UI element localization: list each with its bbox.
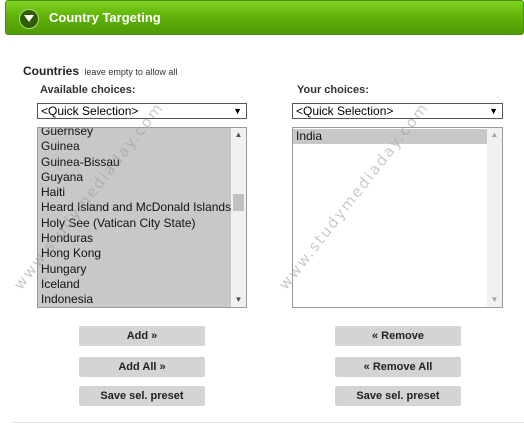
countries-title: Countries xyxy=(23,64,80,78)
list-item[interactable]: Iceland xyxy=(38,277,233,292)
scroll-down-icon[interactable]: ▼ xyxy=(487,293,502,307)
scroll-up-icon[interactable]: ▲ xyxy=(487,128,502,142)
chosen-quick-selection-value: <Quick Selection> xyxy=(296,104,394,118)
scroll-thumb[interactable] xyxy=(233,194,244,211)
dropdown-arrow-icon: ▼ xyxy=(489,106,498,116)
chosen-quick-selection[interactable]: <Quick Selection> ▼ xyxy=(292,103,503,119)
add-all-button[interactable]: Add All » xyxy=(79,357,205,377)
add-button[interactable]: Add » xyxy=(79,326,205,346)
list-item[interactable]: Indonesia xyxy=(38,292,233,307)
scroll-down-icon[interactable]: ▼ xyxy=(231,293,246,307)
country-targeting-header[interactable]: Country Targeting xyxy=(5,0,524,35)
list-item[interactable]: Haiti xyxy=(38,185,233,200)
available-scrollbar[interactable]: ▲ ▼ xyxy=(231,128,246,307)
panel-title: Country Targeting xyxy=(49,10,161,25)
chevron-down-icon[interactable] xyxy=(19,9,39,29)
scroll-up-icon[interactable]: ▲ xyxy=(231,128,246,142)
remove-all-button[interactable]: « Remove All xyxy=(335,357,461,377)
list-item[interactable]: Guinea-Bissau xyxy=(38,155,233,170)
countries-label: Countries leave empty to allow all xyxy=(23,64,177,78)
available-choices-label: Available choices: xyxy=(40,84,136,96)
countries-hint: leave empty to allow all xyxy=(84,67,178,77)
chosen-scrollbar[interactable]: ▲ ▼ xyxy=(487,128,502,307)
remove-button[interactable]: « Remove xyxy=(335,326,461,346)
save-preset-button-right[interactable]: Save sel. preset xyxy=(335,386,461,406)
your-choices-label: Your choices: xyxy=(297,84,369,96)
dropdown-arrow-icon: ▼ xyxy=(233,106,242,116)
available-quick-selection-value: <Quick Selection> xyxy=(41,104,139,118)
list-item[interactable]: Hong Kong xyxy=(38,246,233,261)
list-item[interactable]: Hungary xyxy=(38,262,233,277)
divider xyxy=(13,422,524,423)
save-preset-button-left[interactable]: Save sel. preset xyxy=(79,386,205,406)
list-item[interactable]: Guyana xyxy=(38,170,233,185)
